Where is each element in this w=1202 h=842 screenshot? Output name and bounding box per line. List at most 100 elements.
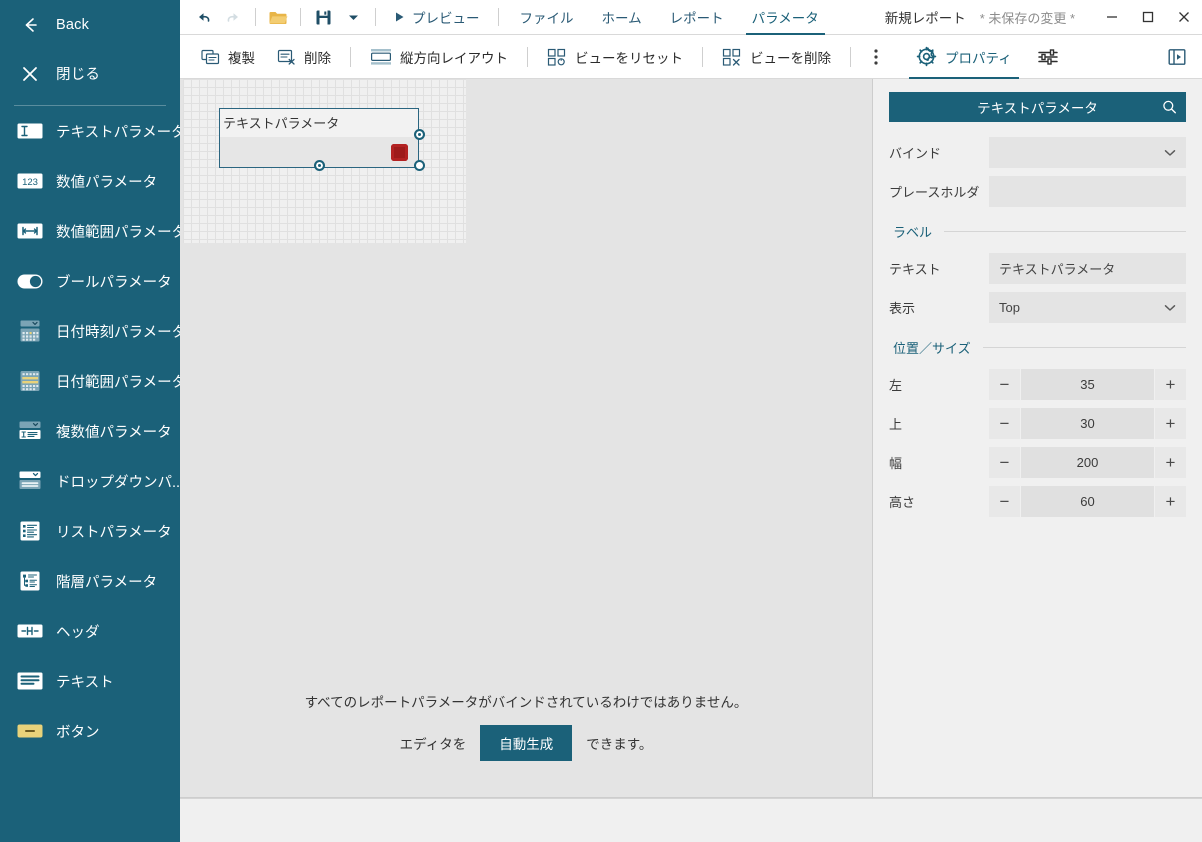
top-value[interactable]: 30: [1021, 408, 1154, 439]
action-separator: [850, 46, 851, 67]
property-row-bind: バインド: [889, 135, 1186, 170]
resize-handle-bottom[interactable]: [314, 160, 325, 171]
reset-view-label: ビューをリセット: [575, 50, 683, 66]
properties-label: プロパティ: [945, 50, 1012, 66]
sidebar-item-header[interactable]: ヘッダ: [0, 606, 180, 656]
sidebar-item-label: ボタン: [56, 724, 100, 741]
duplicate-button[interactable]: 複製: [190, 36, 266, 78]
increment-button[interactable]: +: [1155, 408, 1186, 439]
number-range-parameter-icon: [14, 218, 46, 244]
minimize-icon: [1106, 11, 1118, 23]
decrement-button[interactable]: −: [989, 486, 1020, 517]
redo-button[interactable]: [218, 3, 248, 31]
sliders-icon: [1037, 48, 1058, 66]
sidebar-back-button[interactable]: Back: [0, 0, 180, 49]
sidebar-item-multivalue-parameter[interactable]: 複数値パラメータ: [0, 406, 180, 456]
property-label: プレースホルダ: [889, 185, 980, 200]
sidebar-item-hierarchy-parameter[interactable]: 階層パラメータ: [0, 556, 180, 606]
date-range-parameter-icon: [14, 368, 46, 394]
save-button[interactable]: [308, 3, 338, 31]
placeholder-input[interactable]: [989, 176, 1186, 207]
decrement-button[interactable]: −: [989, 447, 1020, 478]
label-text-input[interactable]: テキストパラメータ: [989, 253, 1186, 284]
sidebar-close-button[interactable]: 閉じる: [0, 49, 180, 98]
resize-handle-right[interactable]: [414, 129, 425, 140]
toolbar-separator: [375, 8, 376, 26]
overflow-menu-button[interactable]: [859, 37, 893, 77]
settings-button[interactable]: [1031, 37, 1065, 77]
duplicate-icon: [201, 48, 220, 66]
section-rule: [944, 231, 1186, 232]
sidebar-item-button[interactable]: ボタン: [0, 706, 180, 756]
section-title: ラベル: [893, 225, 933, 240]
width-value[interactable]: 200: [1021, 447, 1154, 478]
label-display-select[interactable]: Top: [989, 292, 1186, 323]
sidebar-item-number-range-parameter[interactable]: 数値範囲パラメータ: [0, 206, 186, 256]
autogenerate-button[interactable]: 自動生成: [480, 725, 573, 761]
sidebar-item-datetime-parameter[interactable]: 日付時刻パラメータ: [0, 306, 186, 356]
vertical-layout-label: 縦方向レイアウト: [400, 50, 508, 66]
text-parameter-icon: [14, 118, 46, 144]
save-disk-icon: [315, 9, 332, 26]
sidebar-item-text-parameter[interactable]: テキストパラメータ: [0, 106, 186, 156]
tab-report[interactable]: レポート: [656, 0, 738, 34]
maximize-icon: [1142, 11, 1154, 23]
hierarchy-parameter-icon: [14, 568, 46, 594]
multivalue-parameter-icon: [14, 418, 46, 444]
application-window: Back 閉じる テキストパラメータ 123 数値パラメータ 数値範囲パラメータ…: [0, 0, 1202, 842]
tab-parameters[interactable]: パラメータ: [738, 0, 833, 35]
unsaved-changes-indicator: * 未保存の変更 *: [979, 10, 1076, 26]
decrement-button[interactable]: −: [989, 408, 1020, 439]
panel-toggle-button[interactable]: [1160, 37, 1194, 77]
text-parameter-widget[interactable]: テキストパラメータ: [219, 108, 419, 168]
delete-icon: [277, 48, 296, 66]
search-icon[interactable]: [1162, 100, 1177, 115]
window-close-icon: [1178, 11, 1190, 23]
tab-home[interactable]: ホーム: [588, 0, 656, 34]
tab-file[interactable]: ファイル: [506, 0, 588, 34]
notice-suffix: できます。: [586, 737, 653, 752]
property-row-label-display: 表示 Top: [889, 290, 1186, 325]
increment-button[interactable]: +: [1155, 486, 1186, 517]
increment-button[interactable]: +: [1155, 447, 1186, 478]
svg-text:123: 123: [22, 177, 38, 188]
header-icon: [14, 618, 46, 644]
sidebar-item-list-parameter[interactable]: リストパラメータ: [0, 506, 180, 556]
left-value[interactable]: 35: [1021, 369, 1154, 400]
tab-label: パラメータ: [751, 11, 819, 26]
sidebar-item-bool-parameter[interactable]: ブールパラメータ: [0, 256, 180, 306]
resize-handle-corner[interactable]: [414, 160, 425, 171]
bind-select[interactable]: [989, 137, 1186, 168]
sidebar-item-date-range-parameter[interactable]: 日付範囲パラメータ: [0, 356, 186, 406]
vertical-layout-button[interactable]: 縦方向レイアウト: [359, 36, 519, 78]
maximize-button[interactable]: [1130, 0, 1166, 35]
properties-tab[interactable]: プロパティ: [905, 36, 1023, 79]
property-row-top: 上 − 30 +: [889, 406, 1186, 441]
sidebar-item-label: 数値パラメータ: [56, 174, 158, 191]
undo-button[interactable]: [188, 3, 218, 31]
reset-view-button[interactable]: ビューをリセット: [536, 36, 694, 78]
sidebar-item-dropdown-parameter[interactable]: ドロップダウンパ...: [0, 456, 184, 506]
vertical-layout-icon: [370, 48, 392, 66]
preview-button[interactable]: プレビュー: [383, 1, 491, 34]
open-button[interactable]: [263, 3, 293, 31]
window-close-button[interactable]: [1166, 0, 1202, 35]
increment-button[interactable]: +: [1155, 369, 1186, 400]
minimize-button[interactable]: [1094, 0, 1130, 35]
save-dropdown-button[interactable]: [338, 3, 368, 31]
sidebar-item-number-parameter[interactable]: 123 数値パラメータ: [0, 156, 180, 206]
properties-header-title: テキストパラメータ: [977, 101, 1098, 116]
delete-view-button[interactable]: ビューを削除: [711, 36, 842, 78]
design-grid[interactable]: テキストパラメータ: [183, 79, 466, 243]
height-value[interactable]: 60: [1021, 486, 1154, 517]
sidebar-item-label: テキスト: [56, 674, 114, 691]
delete-view-label: ビューを削除: [750, 50, 831, 66]
sidebar-item-text[interactable]: テキスト: [0, 656, 180, 706]
canvas-area[interactable]: テキストパラメータ すべてのレポートパラメータがバインドされているわけではありま…: [180, 79, 872, 798]
decrement-button[interactable]: −: [989, 369, 1020, 400]
binding-notice-text: すべてのレポートパラメータがバインドされているわけではありません。: [304, 695, 748, 710]
delete-button[interactable]: 削除: [266, 36, 342, 78]
color-swatch[interactable]: [391, 144, 408, 161]
sidebar-close-label: 閉じる: [56, 67, 101, 83]
number-parameter-icon: 123: [14, 168, 46, 194]
